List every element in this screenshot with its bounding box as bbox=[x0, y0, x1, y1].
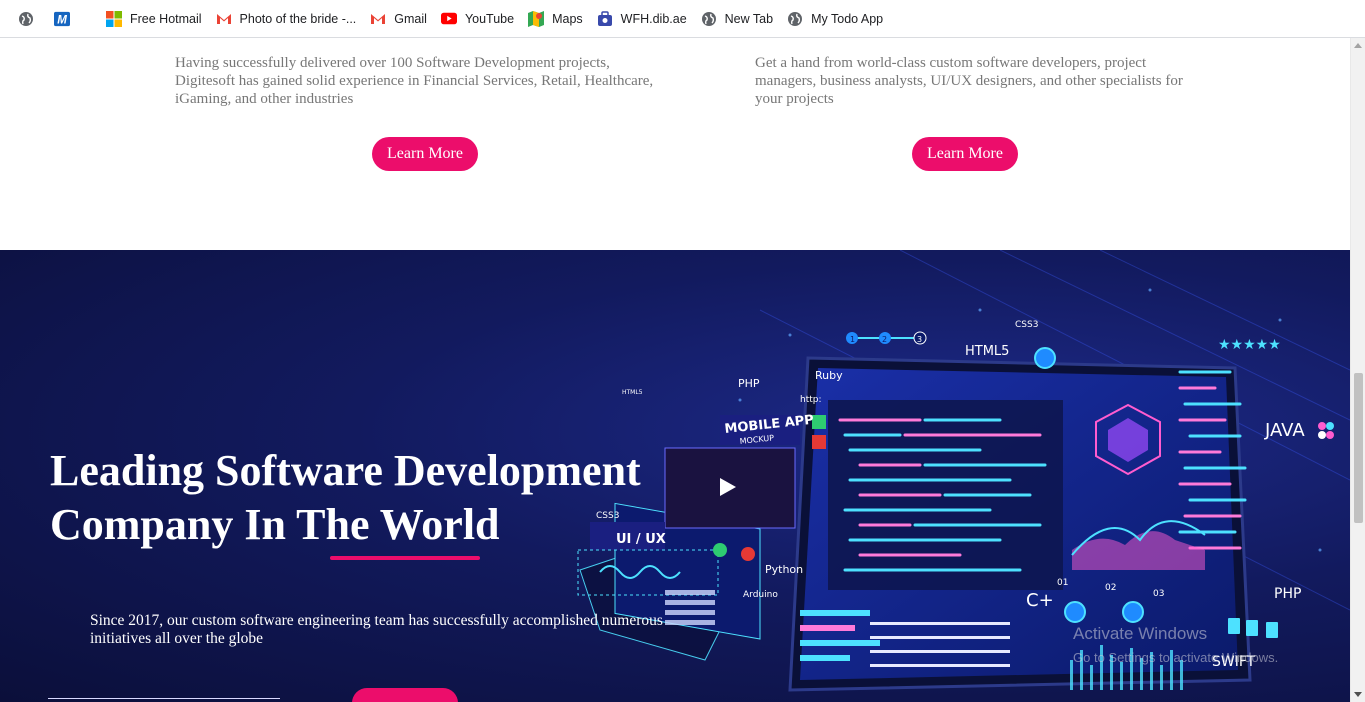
globe-icon bbox=[18, 11, 34, 27]
bookmark-label: Gmail bbox=[394, 11, 427, 26]
scrollbar-thumb[interactable] bbox=[1354, 373, 1363, 523]
gmail-icon bbox=[216, 11, 232, 27]
learn-more-button[interactable]: Learn More bbox=[912, 137, 1018, 171]
hero-title-line: Company In The World bbox=[50, 500, 500, 549]
bookmarks-bar: M Free Hotmail Photo of the bride -... G… bbox=[0, 0, 1365, 38]
num-03: 03 bbox=[1153, 589, 1164, 599]
html5-small-label: HTML5 bbox=[622, 389, 643, 396]
learn-more-button[interactable]: Learn More bbox=[372, 137, 478, 171]
php-right-label: PHP bbox=[1274, 586, 1301, 602]
globe-icon bbox=[787, 11, 803, 27]
bookmark-maps[interactable]: Maps bbox=[522, 5, 589, 33]
bookmark-gmail[interactable]: Gmail bbox=[364, 5, 433, 33]
http-label: http: bbox=[800, 395, 822, 405]
page-content: Having successfully delivered over 100 S… bbox=[0, 38, 1350, 702]
bookmark-wfh[interactable]: WFH.dib.ae bbox=[591, 5, 693, 33]
java-label: JAVA bbox=[1264, 420, 1305, 441]
feature-description: Having successfully delivered over 100 S… bbox=[175, 55, 654, 107]
svg-text:M: M bbox=[57, 14, 67, 26]
bookmark-label: New Tab bbox=[724, 11, 774, 26]
feature-description: Get a hand from world-class custom softw… bbox=[755, 55, 1183, 107]
php-label: PHP bbox=[738, 377, 760, 390]
bookmark-youtube[interactable]: YouTube bbox=[435, 5, 520, 33]
title-underline bbox=[330, 556, 480, 560]
maps-icon bbox=[528, 10, 545, 27]
bookmark-label: Maps bbox=[552, 11, 583, 26]
bookmark-label: YouTube bbox=[464, 11, 515, 26]
scroll-up-icon[interactable] bbox=[1354, 43, 1362, 48]
bookmark-label: Photo of the bride -... bbox=[239, 11, 357, 26]
arduino-label: Arduino bbox=[743, 590, 778, 600]
c-plus-label: C+ bbox=[1026, 590, 1054, 611]
activate-windows-title: Activate Windows bbox=[1073, 624, 1208, 643]
hero-subtitle-line: Since 2017, our custom software engineer… bbox=[90, 612, 663, 629]
youtube-icon bbox=[440, 11, 457, 27]
activate-windows-subtitle: Go to Settings to activate Windows. bbox=[1073, 650, 1279, 665]
gmail-icon bbox=[370, 11, 386, 27]
hero-section: ★★★★★ PHP Ruby http: HTML5 CSS3 HTML5 MO… bbox=[0, 250, 1350, 702]
bookmark-outlook[interactable]: M bbox=[48, 5, 76, 33]
bookmark-label: My Todo App bbox=[811, 11, 884, 26]
html5-label: HTML5 bbox=[965, 344, 1009, 359]
python-label: Python bbox=[765, 563, 803, 576]
num-02: 02 bbox=[1105, 583, 1116, 593]
bookmark-label: Free Hotmail bbox=[130, 11, 202, 26]
bookmark-new-tab[interactable]: New Tab bbox=[695, 5, 779, 33]
hero-title: Leading Software Development Company In … bbox=[50, 444, 641, 552]
hero-subtitle-line: initiatives all over the globe bbox=[90, 630, 264, 647]
num-01: 01 bbox=[1057, 578, 1068, 588]
hero-title-line: Leading Software Development bbox=[50, 446, 641, 495]
hero-cta-button[interactable] bbox=[352, 688, 458, 702]
bookmark-photo-bride[interactable]: Photo of the bride -... bbox=[210, 5, 363, 33]
outlook-m-icon: M bbox=[54, 11, 70, 27]
ruby-label: Ruby bbox=[815, 369, 843, 382]
scroll-down-icon[interactable] bbox=[1354, 692, 1362, 697]
microsoft-icon bbox=[106, 10, 122, 27]
step-3: 3 bbox=[917, 335, 922, 344]
step-1: 1 bbox=[850, 335, 855, 344]
step-2: 2 bbox=[882, 335, 887, 344]
hero-outline-button-edge[interactable] bbox=[48, 698, 280, 699]
svg-text:★★★★★: ★★★★★ bbox=[1218, 337, 1281, 353]
bookmark-label: WFH.dib.ae bbox=[620, 11, 687, 26]
wfh-icon bbox=[597, 10, 613, 27]
bookmark-globe[interactable] bbox=[12, 5, 40, 33]
page-scrollbar[interactable] bbox=[1350, 38, 1365, 702]
css3-label: CSS3 bbox=[1015, 320, 1038, 330]
globe-icon bbox=[701, 11, 717, 27]
bookmark-my-todo-app[interactable]: My Todo App bbox=[781, 5, 889, 33]
bookmark-free-hotmail[interactable]: Free Hotmail bbox=[100, 5, 208, 33]
hero-subtitle: Since 2017, our custom software engineer… bbox=[90, 612, 730, 648]
